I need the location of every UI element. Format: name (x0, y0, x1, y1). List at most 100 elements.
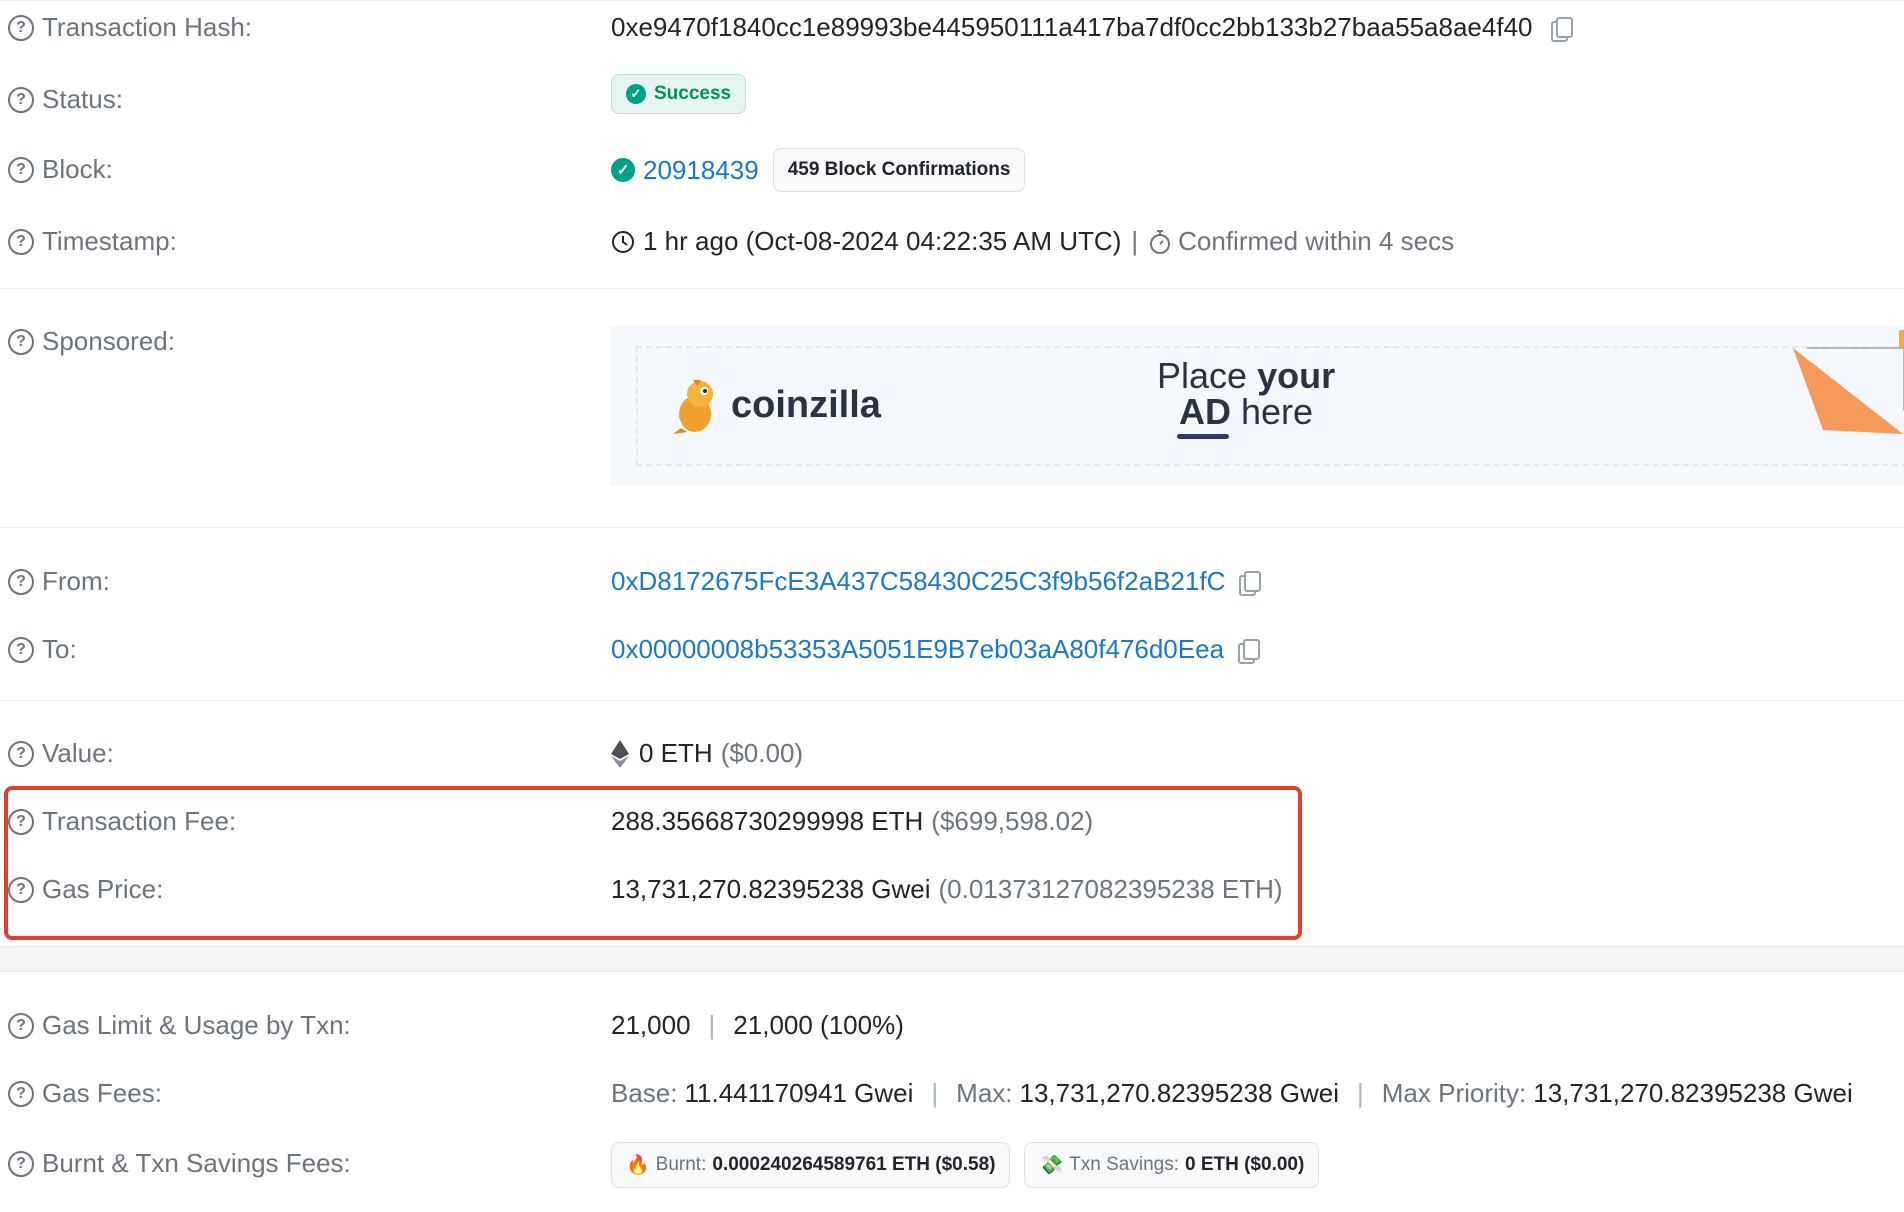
label-text: Status: (42, 84, 123, 114)
max-value: 13,731,270.82395238 Gwei (1019, 1078, 1340, 1108)
confirmed-within: Confirmed within 4 secs (1178, 226, 1455, 256)
gas-usage-value: 21,000 (100%) (733, 1010, 904, 1040)
txn-savings-badge: 💸 Txn Savings: 0 ETH ($0.00) (1024, 1142, 1320, 1188)
question-icon[interactable]: ? (8, 1080, 34, 1107)
ad-text: Place (1157, 355, 1248, 396)
separator: | (708, 1010, 716, 1040)
sponsored-ad-banner[interactable]: coinzilla Place your AD here (611, 326, 1904, 486)
status-text: Success (654, 83, 732, 104)
label-text: Gas Fees: (42, 1078, 162, 1108)
ad-text: here (1241, 391, 1314, 432)
label-text: Value: (42, 738, 114, 768)
label-text: Burnt & Txn Savings Fees: (42, 1148, 351, 1178)
label-text: Gas Limit & Usage by Txn: (42, 1010, 351, 1040)
question-icon[interactable]: ? (8, 876, 34, 903)
coinzilla-brand: coinzilla (731, 384, 881, 426)
stopwatch-icon (1150, 229, 1171, 254)
max-priority-value: 13,731,270.82395238 Gwei (1533, 1078, 1853, 1108)
check-circle-icon: ✓ (626, 84, 646, 104)
ad-text-bold: AD (1179, 391, 1231, 432)
copy-icon[interactable] (1239, 570, 1262, 596)
top-divider (0, 0, 1904, 1)
question-icon[interactable]: ? (8, 156, 34, 183)
row-sponsored: ? Sponsored: coinzilla Place your AD her… (0, 326, 1904, 496)
gas-price-eth: (0.01373127082395238 ETH) (938, 874, 1283, 904)
ad-headline: Place your AD here (1157, 358, 1335, 439)
label-timestamp: ? Timestamp: (8, 226, 177, 257)
row-gas-limit: ? Gas Limit & Usage by Txn: 21,000 | 21,… (0, 1006, 1904, 1046)
question-icon[interactable]: ? (8, 228, 34, 255)
label-block: ? Block: (8, 154, 113, 185)
label-sponsored: ? Sponsored: (8, 326, 175, 357)
question-icon[interactable]: ? (8, 636, 34, 663)
row-value: ? Value: 0 ETH ($0.00) (0, 734, 1904, 774)
question-icon[interactable]: ? (8, 808, 34, 835)
row-gas-price: ? Gas Price: 13,731,270.82395238 Gwei (0… (0, 870, 1904, 910)
label-text: Block: (42, 154, 113, 184)
question-icon[interactable]: ? (8, 740, 34, 767)
question-icon[interactable]: ? (8, 86, 34, 113)
row-block: ? Block: ✓ 20918439 459 Block Confirmati… (0, 146, 1904, 196)
tx-fee-usd: ($699,598.02) (931, 806, 1094, 836)
question-icon[interactable]: ? (8, 568, 34, 595)
row-gas-fees: ? Gas Fees: Base: 11.441170941 Gwei | Ma… (0, 1074, 1904, 1114)
timestamp-separator: | (1131, 226, 1139, 256)
section-divider (0, 700, 1904, 701)
copy-icon[interactable] (1238, 638, 1261, 664)
gas-limit-value: 21,000 (611, 1010, 691, 1040)
label-status: ? Status: (8, 84, 123, 115)
burnt-fees-badge: 🔥 Burnt: 0.000240264589761 ETH ($0.58) (611, 1142, 1011, 1188)
label-text: Sponsored: (42, 326, 175, 356)
label-transaction-fee: ? Transaction Fee: (8, 806, 236, 837)
section-band (0, 946, 1904, 972)
status-badge: ✓ Success (611, 74, 747, 114)
separator: | (931, 1078, 939, 1108)
value-usd: ($0.00) (720, 738, 804, 768)
label-text: To: (42, 634, 77, 664)
row-to: ? To: 0x00000008b53353A5051E9B7eb03aA80f… (0, 630, 1904, 670)
timestamp-value: 1 hr ago (Oct-08-2024 04:22:35 AM UTC) (643, 226, 1122, 256)
fire-icon: 🔥 (626, 1155, 650, 1176)
ad-underline (1177, 434, 1229, 439)
label-text: Transaction Fee: (42, 806, 237, 836)
separator: | (1357, 1078, 1364, 1108)
label-to: ? To: (8, 634, 77, 665)
from-address-link[interactable]: 0xD8172675FcE3A437C58430C25C3f9b56f2aB21… (611, 566, 1225, 597)
row-timestamp: ? Timestamp: 1 hr ago (Oct-08-2024 04:22… (0, 222, 1904, 262)
label-text: Timestamp: (42, 226, 177, 256)
clock-icon (612, 230, 634, 253)
question-icon[interactable]: ? (8, 14, 34, 41)
copy-icon[interactable] (1550, 16, 1573, 42)
section-divider (0, 527, 1904, 528)
max-label: Max: (956, 1078, 1013, 1108)
value-amount: 0 ETH (639, 738, 713, 768)
burnt-value: 0.000240264589761 ETH ($0.58) (712, 1154, 996, 1175)
question-icon[interactable]: ? (8, 1012, 34, 1039)
label-transaction-hash: ? Transaction Hash: (8, 12, 252, 43)
tx-hash-value: 0xe9470f1840cc1e89993be445950111a417ba7d… (611, 12, 1533, 42)
row-transaction-fee: ? Transaction Fee: 288.35668730299998 ET… (0, 802, 1904, 842)
ethereum-icon (611, 739, 629, 768)
coinzilla-mascot-icon (673, 380, 713, 434)
burnt-label: Burnt: (655, 1154, 707, 1175)
label-gas-price: ? Gas Price: (8, 874, 163, 905)
label-value: ? Value: (8, 738, 114, 769)
question-icon[interactable]: ? (8, 328, 34, 355)
question-icon[interactable]: ? (8, 1150, 34, 1177)
tx-fee-amount: 288.35668730299998 ETH (611, 806, 924, 836)
paper-plane-icon (1793, 330, 1904, 434)
money-wings-icon: 💸 (1039, 1155, 1064, 1176)
row-status: ? Status: ✓ Success (0, 72, 1904, 122)
label-burnt-savings: ? Burnt & Txn Savings Fees: (8, 1148, 351, 1179)
row-burnt-savings: ? Burnt & Txn Savings Fees: 🔥 Burnt: 0.0… (0, 1140, 1904, 1190)
to-address-link[interactable]: 0x00000008b53353A5051E9B7eb03aA80f476d0E… (611, 634, 1224, 665)
section-divider (0, 288, 1904, 289)
check-circle-icon: ✓ (611, 158, 635, 182)
label-text: From: (42, 566, 110, 596)
max-priority-label: Max Priority: (1381, 1078, 1527, 1108)
row-from: ? From: 0xD8172675FcE3A437C58430C25C3f9b… (0, 562, 1904, 602)
block-number-link[interactable]: 20918439 (643, 155, 759, 186)
row-transaction-hash: ? Transaction Hash: 0xe9470f1840cc1e8999… (0, 8, 1904, 48)
ad-text-bold: your (1257, 355, 1336, 396)
savings-value: 0 ETH ($0.00) (1184, 1154, 1305, 1175)
